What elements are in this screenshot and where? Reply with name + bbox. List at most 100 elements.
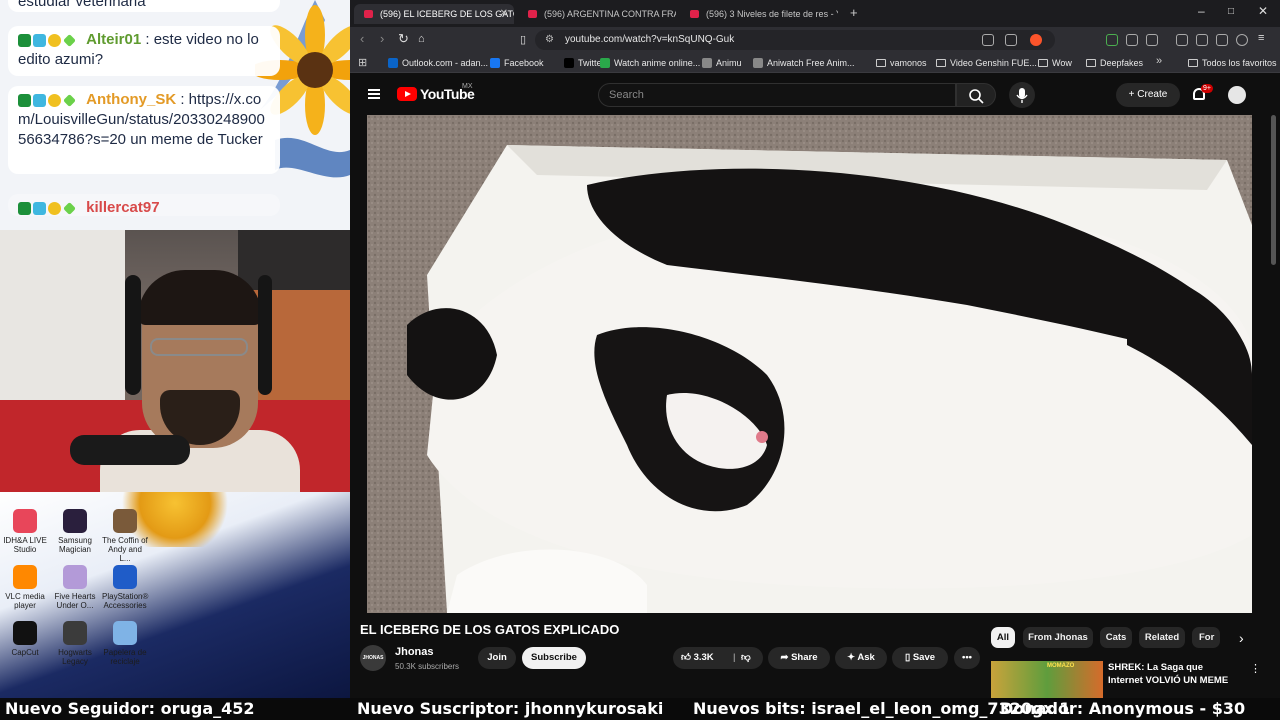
guide-menu-icon[interactable] — [368, 89, 380, 99]
chips-next-icon[interactable]: › — [1239, 630, 1244, 646]
bookmark-item[interactable]: Deepfakes — [1086, 56, 1143, 70]
forward-icon[interactable]: › — [380, 31, 384, 46]
install-app-icon[interactable] — [982, 34, 994, 46]
desktop-icon[interactable]: Five Hearts Under O... — [52, 565, 98, 610]
desktop-icon-label: Papelera de reciclaje — [103, 648, 147, 666]
extension-icon[interactable] — [1106, 34, 1118, 46]
chip-all[interactable]: All — [991, 627, 1015, 648]
voice-search-button[interactable] — [1009, 82, 1035, 108]
like-button[interactable]: 👍︎ 3.3K | 👎︎ — [673, 647, 763, 669]
channel-avatar[interactable]: JHONAS — [360, 645, 386, 671]
share-page-icon[interactable] — [1005, 34, 1017, 46]
app-icon — [113, 565, 137, 589]
bookmark-item[interactable]: Outlook.com - adan... — [388, 56, 488, 70]
chip-related[interactable]: Related — [1139, 627, 1185, 648]
back-icon[interactable]: ‹ — [360, 31, 364, 46]
join-button[interactable]: Join — [478, 647, 516, 669]
url-field[interactable]: ⚙ youtube.com/watch?v=knSqUNQ-Guk — [535, 30, 1055, 50]
chip-for-you[interactable]: For y — [1192, 627, 1220, 648]
url-text: youtube.com/watch?v=knSqUNQ-Guk — [565, 34, 735, 45]
chip-from-jhonas[interactable]: From Jhonas — [1023, 627, 1093, 648]
desktop-icon[interactable]: Hogwarts Legacy — [52, 621, 98, 666]
bookmark-item[interactable]: Twitter — [564, 56, 605, 70]
notification-count-badge: 9+ — [1201, 84, 1213, 93]
desktop-icon[interactable]: Samsung Magician — [52, 509, 98, 554]
home-icon[interactable]: ⌂ — [418, 33, 425, 45]
tab-title: (596) EL ICEBERG DE LOS GATOS — [380, 9, 514, 19]
tab-iceberg-gatos[interactable]: (596) EL ICEBERG DE LOS GATOS ✕ — [354, 4, 514, 24]
bookmark-item[interactable]: Wow — [1038, 56, 1072, 70]
suggestion-more-icon[interactable]: ⋮ — [1250, 662, 1261, 675]
suggested-video-thumbnail[interactable]: MOMAZO — [991, 661, 1103, 698]
maximize-icon[interactable]: □ — [1228, 6, 1234, 17]
bookmark-item[interactable]: Watch anime online... — [600, 56, 700, 70]
desktop-icon[interactable]: PlayStation® Accessories — [102, 565, 148, 610]
all-bookmarks-folder[interactable]: Todos los favoritos — [1188, 56, 1277, 70]
desktop-icon[interactable]: IDH&A LIVE Studio — [2, 509, 48, 554]
folder-icon — [1188, 59, 1198, 67]
site-info-icon[interactable]: ⚙ — [545, 30, 554, 50]
share-button[interactable]: ➦ Share — [768, 647, 830, 669]
tab-argentina-francia[interactable]: (596) ARGENTINA CONTRA FRANCIA — [518, 4, 676, 24]
chip-cats[interactable]: Cats — [1100, 627, 1132, 648]
sidebar-icon[interactable] — [1146, 34, 1158, 46]
account-avatar[interactable] — [1228, 86, 1246, 104]
search-button[interactable] — [956, 83, 996, 107]
menu-icon[interactable]: ≡ — [1258, 32, 1264, 44]
close-window-icon[interactable]: ✕ — [1258, 4, 1268, 18]
bookmark-item[interactable]: Aniwatch Free Anim... — [753, 56, 855, 70]
youtube-logo-icon[interactable] — [397, 87, 417, 101]
youtube-header: YouTube MX Search + Create 9+ — [350, 75, 1280, 115]
desktop-icon-label: VLC media player — [5, 592, 45, 610]
page-scrollbar[interactable] — [1271, 115, 1276, 265]
media-icon[interactable] — [1176, 34, 1188, 46]
suggested-video-title[interactable]: SHREK: La Saga que Internet VOLVIÓ UN ME… — [1108, 661, 1238, 687]
site-favicon-icon — [600, 58, 610, 68]
folder-icon — [1038, 59, 1048, 67]
youtube-favicon-icon — [364, 10, 373, 18]
wallet-icon[interactable] — [1196, 34, 1208, 46]
tab-strip: (596) EL ICEBERG DE LOS GATOS ✕ (596) AR… — [350, 0, 1280, 27]
desktop-icon[interactable]: The Coffin of Andy and L... — [102, 509, 148, 563]
channel-name[interactable]: Jhonas — [395, 646, 434, 658]
search-input[interactable]: Search — [598, 83, 956, 107]
country-code: MX — [462, 83, 473, 90]
brave-shield-icon[interactable] — [1030, 34, 1042, 46]
more-bookmarks-icon[interactable]: » — [1156, 55, 1162, 67]
dislike-icon[interactable]: 👎︎ — [741, 647, 751, 669]
subscribe-button[interactable]: Subscribe — [522, 647, 586, 669]
leo-ai-icon[interactable] — [1216, 34, 1228, 46]
apps-grid-icon[interactable]: ⊞ — [358, 56, 367, 69]
bookmark-label: Watch anime online... — [614, 58, 701, 68]
bookmark-label: Video Genshin FUE... — [950, 58, 1037, 68]
chat-username: Anthony_SK — [86, 91, 177, 108]
new-tab-icon[interactable]: + — [850, 5, 858, 20]
desktop-icon-label: IDH&A LIVE Studio — [3, 536, 47, 554]
desktop-icon[interactable]: CapCut — [2, 621, 48, 657]
close-tab-icon[interactable]: ✕ — [500, 4, 508, 24]
ask-button[interactable]: ✦ Ask — [835, 647, 887, 669]
screen: estudiar veterinaria Alteir01 : este vid… — [0, 0, 1280, 720]
search-icon — [969, 89, 984, 104]
bookmark-icon[interactable]: ▯ — [520, 33, 526, 46]
vpn-icon[interactable] — [1236, 34, 1248, 46]
chat-message: Alteir01 : este video no lo edito azumi? — [8, 26, 280, 76]
extensions-puzzle-icon[interactable] — [1126, 34, 1138, 46]
reload-icon[interactable]: ↻ — [398, 31, 409, 47]
desktop-icon[interactable]: VLC media player — [2, 565, 48, 610]
bookmark-item[interactable]: vamonos — [876, 56, 927, 70]
save-button[interactable]: ▯ Save — [892, 647, 948, 669]
desktop-icon-label: PlayStation® Accessories — [102, 592, 149, 610]
site-favicon-icon — [702, 58, 712, 68]
minimize-icon[interactable]: – — [1198, 4, 1205, 18]
video-player[interactable] — [367, 115, 1252, 613]
bookmark-item[interactable]: Animu — [702, 56, 742, 70]
tab-filete-de-res[interactable]: (596) 3 Niveles de filete de res - YouT — [680, 4, 838, 24]
bookmark-item[interactable]: Facebook — [490, 56, 544, 70]
bookmark-item[interactable]: Video Genshin FUE... — [936, 56, 1037, 70]
webcam-glasses — [150, 338, 248, 356]
like-icon: 👍︎ — [681, 652, 691, 663]
more-actions-button[interactable]: ••• — [954, 647, 980, 669]
desktop-icon[interactable]: Papelera de reciclaje — [102, 621, 148, 666]
create-button[interactable]: + Create — [1116, 83, 1180, 107]
